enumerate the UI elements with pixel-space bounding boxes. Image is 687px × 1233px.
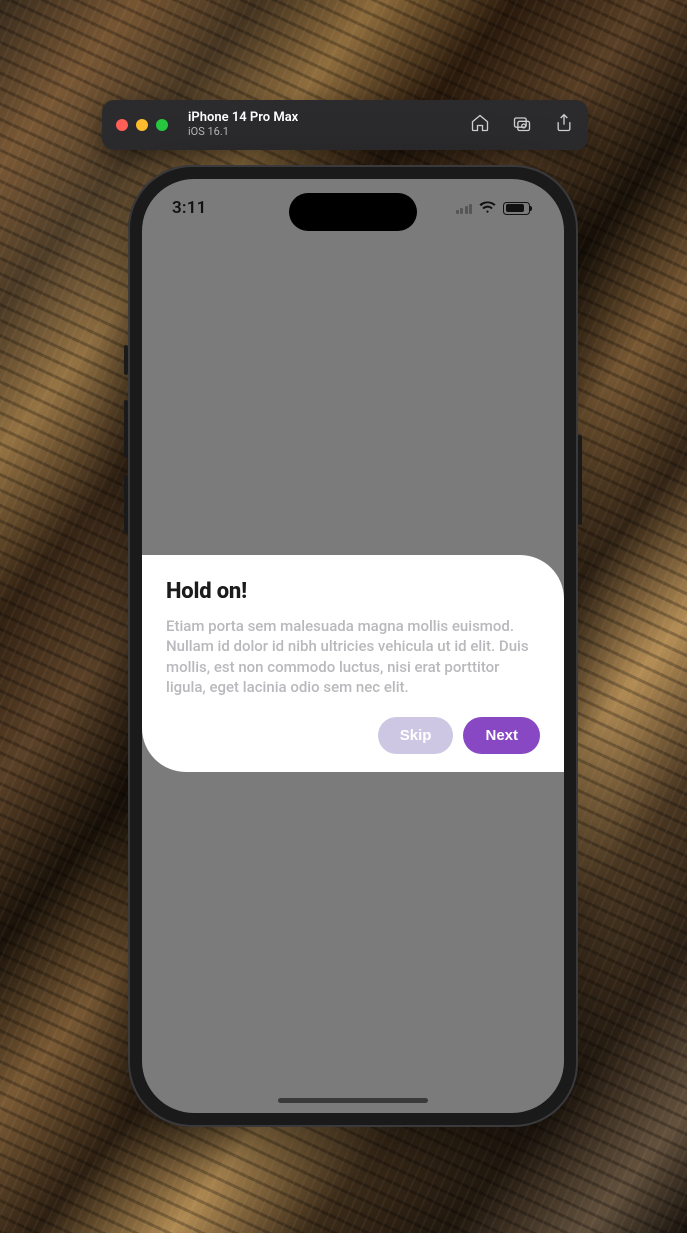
power-button[interactable]: [578, 435, 582, 525]
share-icon[interactable]: [554, 113, 574, 137]
onboarding-card: Hold on! Etiam porta sem malesuada magna…: [142, 555, 564, 772]
simulator-device-name: iPhone 14 Pro Max: [188, 111, 298, 126]
window-traffic-lights: [116, 119, 168, 131]
wifi-icon: [479, 199, 496, 218]
home-icon[interactable]: [470, 113, 490, 137]
next-button[interactable]: Next: [463, 717, 540, 754]
mute-switch[interactable]: [124, 345, 128, 375]
simulator-titlebar: iPhone 14 Pro Max iOS 16.1: [102, 100, 588, 150]
card-title: Hold on!: [166, 579, 540, 604]
status-bar: 3:11: [142, 179, 564, 237]
zoom-window-button[interactable]: [156, 119, 168, 131]
phone-frame: 3:11 Hold on! Etiam porta sem malesuada …: [128, 165, 578, 1127]
simulator-title-block: iPhone 14 Pro Max iOS 16.1: [188, 111, 298, 139]
simulator-os-version: iOS 16.1: [188, 126, 298, 139]
home-indicator[interactable]: [278, 1098, 428, 1103]
card-actions: Skip Next: [166, 717, 540, 754]
battery-icon: [503, 202, 530, 215]
cellular-icon: [456, 202, 473, 214]
skip-button[interactable]: Skip: [378, 717, 454, 754]
simulator-toolbar: [470, 113, 574, 137]
volume-down-button[interactable]: [124, 475, 128, 533]
minimize-window-button[interactable]: [136, 119, 148, 131]
status-time: 3:11: [172, 198, 207, 218]
card-body: Etiam porta sem malesuada magna mollis e…: [166, 616, 540, 697]
phone-screen: 3:11 Hold on! Etiam porta sem malesuada …: [142, 179, 564, 1113]
volume-up-button[interactable]: [124, 400, 128, 458]
screenshot-icon[interactable]: [512, 113, 532, 137]
close-window-button[interactable]: [116, 119, 128, 131]
